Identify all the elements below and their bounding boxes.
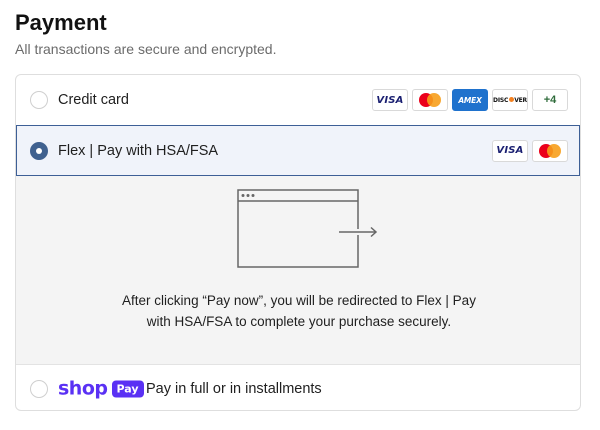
shop-pay-logo: shop Pay [58, 379, 144, 398]
credit-card-label: Credit card [58, 92, 129, 108]
redirect-message: After clicking “Pay now”, you will be re… [122, 293, 476, 329]
payment-options: Credit card VISA AMEX DISC VER +4 Flex | … [15, 74, 581, 411]
flex-label: Flex | Pay with HSA/FSA [58, 142, 219, 159]
shop-pay-radio[interactable] [30, 379, 48, 398]
visa-icon: VISA [372, 89, 408, 111]
more-cards-badge: +4 [532, 89, 568, 111]
option-shop-pay[interactable]: shop Pay Pay in full or in installments [16, 364, 580, 410]
mastercard-icon [412, 89, 448, 111]
payment-title: Payment [15, 10, 107, 35]
visa-icon: VISA [492, 139, 528, 162]
payment-section: Payment All transactions are secure and … [0, 0, 600, 430]
discover-icon: DISC VER [492, 89, 528, 111]
credit-card-radio[interactable] [30, 91, 48, 109]
credit-card-brands: VISA AMEX DISC VER +4 [372, 89, 568, 111]
browser-redirect-icon [237, 189, 381, 268]
option-credit-card[interactable]: Credit card VISA AMEX DISC VER +4 [16, 75, 580, 125]
option-flex-hsa-fsa[interactable]: Flex | Pay with HSA/FSA VISA [16, 125, 580, 176]
flex-card-brands: VISA [492, 139, 568, 162]
mastercard-icon [532, 139, 568, 162]
flex-radio[interactable] [30, 141, 48, 160]
redirect-info-panel: After clicking “Pay now”, you will be re… [16, 176, 580, 364]
amex-icon: AMEX [452, 89, 488, 111]
payment-subtitle: All transactions are secure and encrypte… [15, 41, 277, 57]
shop-pay-label: Pay in full or in installments [146, 380, 322, 397]
